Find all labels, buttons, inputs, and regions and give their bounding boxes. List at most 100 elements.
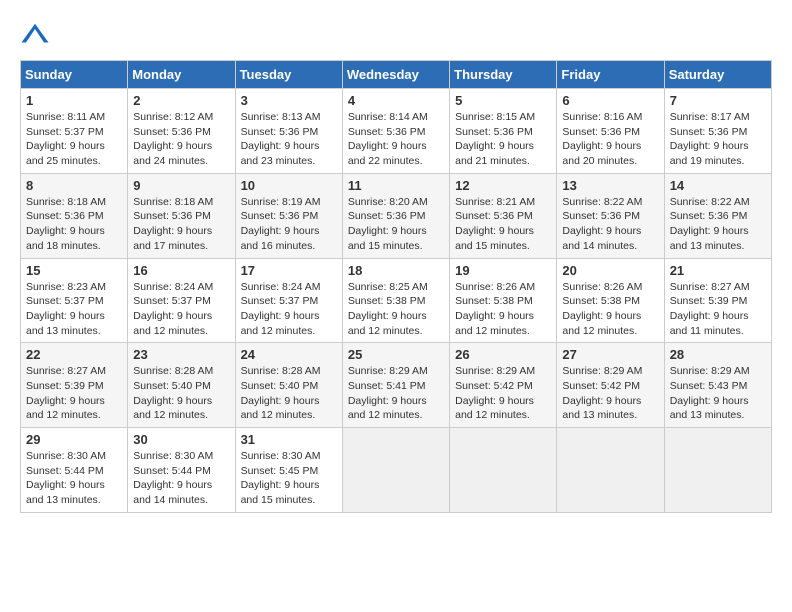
day-number: 19 bbox=[455, 263, 551, 278]
day-info: Sunrise: 8:12 AMSunset: 5:36 PMDaylight:… bbox=[133, 111, 213, 167]
calendar-cell: 24 Sunrise: 8:28 AMSunset: 5:40 PMDaylig… bbox=[235, 343, 342, 428]
day-info: Sunrise: 8:28 AMSunset: 5:40 PMDaylight:… bbox=[133, 365, 213, 421]
calendar-table: SundayMondayTuesdayWednesdayThursdayFrid… bbox=[20, 60, 772, 513]
calendar-cell bbox=[450, 428, 557, 513]
day-number: 21 bbox=[670, 263, 766, 278]
weekday-header-tuesday: Tuesday bbox=[235, 61, 342, 89]
day-number: 4 bbox=[348, 93, 444, 108]
day-info: Sunrise: 8:14 AMSunset: 5:36 PMDaylight:… bbox=[348, 111, 428, 167]
calendar-cell: 18 Sunrise: 8:25 AMSunset: 5:38 PMDaylig… bbox=[342, 258, 449, 343]
day-info: Sunrise: 8:22 AMSunset: 5:36 PMDaylight:… bbox=[670, 196, 750, 252]
calendar-cell: 3 Sunrise: 8:13 AMSunset: 5:36 PMDayligh… bbox=[235, 89, 342, 174]
day-info: Sunrise: 8:29 AMSunset: 5:43 PMDaylight:… bbox=[670, 365, 750, 421]
day-info: Sunrise: 8:20 AMSunset: 5:36 PMDaylight:… bbox=[348, 196, 428, 252]
day-info: Sunrise: 8:26 AMSunset: 5:38 PMDaylight:… bbox=[562, 281, 642, 337]
day-info: Sunrise: 8:29 AMSunset: 5:42 PMDaylight:… bbox=[562, 365, 642, 421]
day-number: 1 bbox=[26, 93, 122, 108]
day-number: 30 bbox=[133, 432, 229, 447]
calendar-week-row: 8 Sunrise: 8:18 AMSunset: 5:36 PMDayligh… bbox=[21, 173, 772, 258]
calendar-cell: 11 Sunrise: 8:20 AMSunset: 5:36 PMDaylig… bbox=[342, 173, 449, 258]
calendar-cell bbox=[664, 428, 771, 513]
logo-icon bbox=[20, 20, 50, 50]
day-number: 20 bbox=[562, 263, 658, 278]
day-info: Sunrise: 8:17 AMSunset: 5:36 PMDaylight:… bbox=[670, 111, 750, 167]
calendar-cell: 12 Sunrise: 8:21 AMSunset: 5:36 PMDaylig… bbox=[450, 173, 557, 258]
calendar-week-row: 1 Sunrise: 8:11 AMSunset: 5:37 PMDayligh… bbox=[21, 89, 772, 174]
day-number: 11 bbox=[348, 178, 444, 193]
day-info: Sunrise: 8:29 AMSunset: 5:42 PMDaylight:… bbox=[455, 365, 535, 421]
calendar-week-row: 15 Sunrise: 8:23 AMSunset: 5:37 PMDaylig… bbox=[21, 258, 772, 343]
day-info: Sunrise: 8:22 AMSunset: 5:36 PMDaylight:… bbox=[562, 196, 642, 252]
calendar-cell: 4 Sunrise: 8:14 AMSunset: 5:36 PMDayligh… bbox=[342, 89, 449, 174]
day-info: Sunrise: 8:11 AMSunset: 5:37 PMDaylight:… bbox=[26, 111, 105, 167]
day-info: Sunrise: 8:27 AMSunset: 5:39 PMDaylight:… bbox=[670, 281, 750, 337]
day-number: 25 bbox=[348, 347, 444, 362]
day-number: 24 bbox=[241, 347, 337, 362]
calendar-cell: 14 Sunrise: 8:22 AMSunset: 5:36 PMDaylig… bbox=[664, 173, 771, 258]
calendar-cell: 16 Sunrise: 8:24 AMSunset: 5:37 PMDaylig… bbox=[128, 258, 235, 343]
day-info: Sunrise: 8:30 AMSunset: 5:44 PMDaylight:… bbox=[133, 450, 213, 506]
day-info: Sunrise: 8:18 AMSunset: 5:36 PMDaylight:… bbox=[133, 196, 213, 252]
calendar-cell: 17 Sunrise: 8:24 AMSunset: 5:37 PMDaylig… bbox=[235, 258, 342, 343]
weekday-header-wednesday: Wednesday bbox=[342, 61, 449, 89]
day-number: 29 bbox=[26, 432, 122, 447]
day-info: Sunrise: 8:25 AMSunset: 5:38 PMDaylight:… bbox=[348, 281, 428, 337]
day-info: Sunrise: 8:18 AMSunset: 5:36 PMDaylight:… bbox=[26, 196, 106, 252]
day-number: 31 bbox=[241, 432, 337, 447]
day-number: 10 bbox=[241, 178, 337, 193]
day-info: Sunrise: 8:28 AMSunset: 5:40 PMDaylight:… bbox=[241, 365, 321, 421]
calendar-cell: 23 Sunrise: 8:28 AMSunset: 5:40 PMDaylig… bbox=[128, 343, 235, 428]
calendar-cell: 21 Sunrise: 8:27 AMSunset: 5:39 PMDaylig… bbox=[664, 258, 771, 343]
day-info: Sunrise: 8:19 AMSunset: 5:36 PMDaylight:… bbox=[241, 196, 321, 252]
calendar-cell: 28 Sunrise: 8:29 AMSunset: 5:43 PMDaylig… bbox=[664, 343, 771, 428]
calendar-cell: 22 Sunrise: 8:27 AMSunset: 5:39 PMDaylig… bbox=[21, 343, 128, 428]
day-info: Sunrise: 8:24 AMSunset: 5:37 PMDaylight:… bbox=[133, 281, 213, 337]
calendar-header-row: SundayMondayTuesdayWednesdayThursdayFrid… bbox=[21, 61, 772, 89]
page-header bbox=[20, 20, 772, 50]
calendar-cell bbox=[557, 428, 664, 513]
day-number: 16 bbox=[133, 263, 229, 278]
weekday-header-friday: Friday bbox=[557, 61, 664, 89]
calendar-cell: 27 Sunrise: 8:29 AMSunset: 5:42 PMDaylig… bbox=[557, 343, 664, 428]
day-number: 7 bbox=[670, 93, 766, 108]
calendar-cell: 9 Sunrise: 8:18 AMSunset: 5:36 PMDayligh… bbox=[128, 173, 235, 258]
day-number: 2 bbox=[133, 93, 229, 108]
day-info: Sunrise: 8:15 AMSunset: 5:36 PMDaylight:… bbox=[455, 111, 535, 167]
calendar-cell: 8 Sunrise: 8:18 AMSunset: 5:36 PMDayligh… bbox=[21, 173, 128, 258]
day-number: 22 bbox=[26, 347, 122, 362]
day-info: Sunrise: 8:13 AMSunset: 5:36 PMDaylight:… bbox=[241, 111, 321, 167]
day-number: 23 bbox=[133, 347, 229, 362]
weekday-header-sunday: Sunday bbox=[21, 61, 128, 89]
calendar-cell: 6 Sunrise: 8:16 AMSunset: 5:36 PMDayligh… bbox=[557, 89, 664, 174]
calendar-cell: 20 Sunrise: 8:26 AMSunset: 5:38 PMDaylig… bbox=[557, 258, 664, 343]
day-info: Sunrise: 8:26 AMSunset: 5:38 PMDaylight:… bbox=[455, 281, 535, 337]
day-number: 17 bbox=[241, 263, 337, 278]
calendar-cell: 15 Sunrise: 8:23 AMSunset: 5:37 PMDaylig… bbox=[21, 258, 128, 343]
day-info: Sunrise: 8:23 AMSunset: 5:37 PMDaylight:… bbox=[26, 281, 106, 337]
calendar-cell: 7 Sunrise: 8:17 AMSunset: 5:36 PMDayligh… bbox=[664, 89, 771, 174]
day-number: 6 bbox=[562, 93, 658, 108]
weekday-header-saturday: Saturday bbox=[664, 61, 771, 89]
calendar-cell: 13 Sunrise: 8:22 AMSunset: 5:36 PMDaylig… bbox=[557, 173, 664, 258]
day-number: 13 bbox=[562, 178, 658, 193]
calendar-cell: 30 Sunrise: 8:30 AMSunset: 5:44 PMDaylig… bbox=[128, 428, 235, 513]
day-info: Sunrise: 8:29 AMSunset: 5:41 PMDaylight:… bbox=[348, 365, 428, 421]
day-number: 18 bbox=[348, 263, 444, 278]
day-number: 12 bbox=[455, 178, 551, 193]
day-info: Sunrise: 8:16 AMSunset: 5:36 PMDaylight:… bbox=[562, 111, 642, 167]
calendar-cell: 31 Sunrise: 8:30 AMSunset: 5:45 PMDaylig… bbox=[235, 428, 342, 513]
calendar-cell: 25 Sunrise: 8:29 AMSunset: 5:41 PMDaylig… bbox=[342, 343, 449, 428]
calendar-cell: 19 Sunrise: 8:26 AMSunset: 5:38 PMDaylig… bbox=[450, 258, 557, 343]
day-info: Sunrise: 8:24 AMSunset: 5:37 PMDaylight:… bbox=[241, 281, 321, 337]
calendar-cell: 5 Sunrise: 8:15 AMSunset: 5:36 PMDayligh… bbox=[450, 89, 557, 174]
calendar-cell: 1 Sunrise: 8:11 AMSunset: 5:37 PMDayligh… bbox=[21, 89, 128, 174]
day-number: 8 bbox=[26, 178, 122, 193]
calendar-week-row: 22 Sunrise: 8:27 AMSunset: 5:39 PMDaylig… bbox=[21, 343, 772, 428]
calendar-cell: 2 Sunrise: 8:12 AMSunset: 5:36 PMDayligh… bbox=[128, 89, 235, 174]
calendar-cell: 29 Sunrise: 8:30 AMSunset: 5:44 PMDaylig… bbox=[21, 428, 128, 513]
day-number: 14 bbox=[670, 178, 766, 193]
weekday-header-thursday: Thursday bbox=[450, 61, 557, 89]
day-number: 15 bbox=[26, 263, 122, 278]
calendar-cell: 10 Sunrise: 8:19 AMSunset: 5:36 PMDaylig… bbox=[235, 173, 342, 258]
day-number: 9 bbox=[133, 178, 229, 193]
